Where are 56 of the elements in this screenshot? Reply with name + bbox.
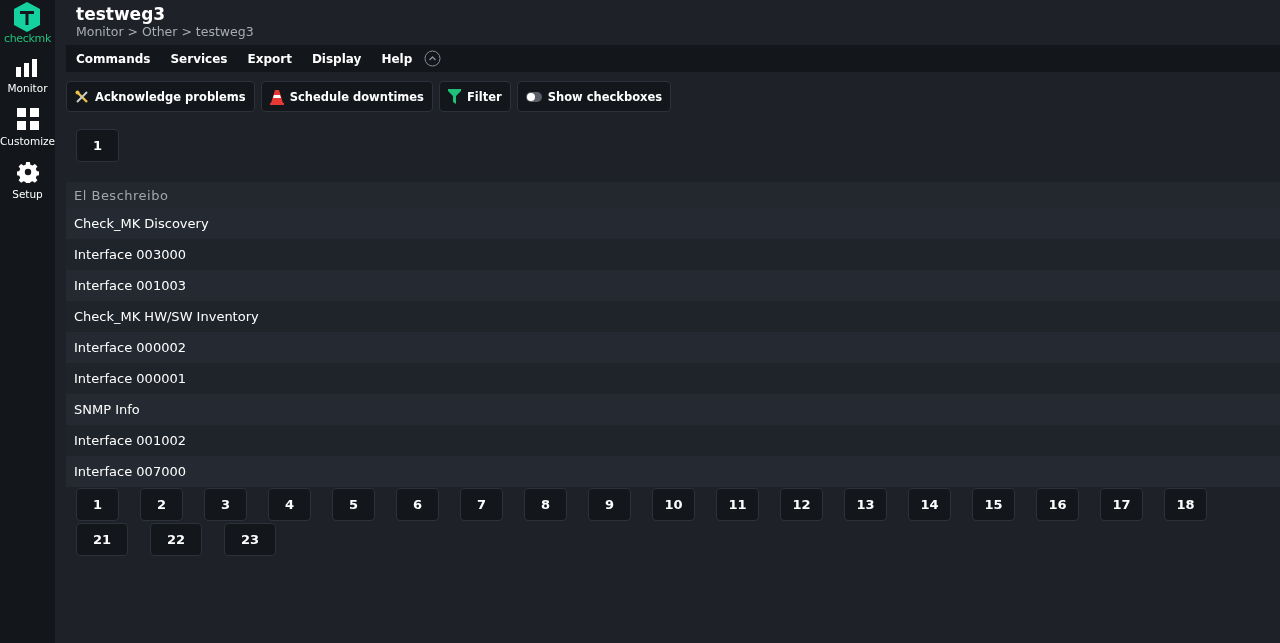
sidebar-item[interactable]: Customize	[0, 135, 55, 147]
table-cell: Interface 000001	[66, 363, 1280, 394]
page-button[interactable]: 3	[204, 488, 247, 521]
collapse-icon[interactable]	[424, 50, 442, 67]
table-cell: Interface 007000	[66, 456, 1280, 487]
page-button[interactable]: 2	[140, 488, 183, 521]
page-button[interactable]: 8	[524, 488, 567, 521]
menu-item[interactable]: Export	[237, 51, 302, 66]
table-cell: Check_MK HW/SW Inventory	[66, 301, 1280, 332]
table-cell: Interface 001002	[66, 425, 1280, 456]
grid-icon	[16, 108, 39, 130]
page-button[interactable]: 6	[396, 488, 439, 521]
page-button[interactable]: 12	[780, 488, 823, 521]
table-cell: Interface 003000	[66, 239, 1280, 270]
menu-item[interactable]: Display	[301, 51, 372, 66]
page-button[interactable]: 9	[588, 488, 631, 521]
page-button[interactable]: 18	[1164, 488, 1207, 521]
filter-icon	[447, 89, 461, 104]
page-button[interactable]: 1	[76, 129, 119, 162]
sidebar-item[interactable]: Monitor	[7, 82, 48, 94]
sidebar-item[interactable]: Setup	[12, 188, 43, 200]
page-button[interactable]: 13	[844, 488, 887, 521]
page-button[interactable]: 17	[1100, 488, 1143, 521]
page-button[interactable]: 11	[716, 488, 759, 521]
page-button[interactable]: 16	[1036, 488, 1079, 521]
toolbar-button[interactable]: Show checkboxes	[516, 81, 672, 112]
page-button[interactable]: 15	[972, 488, 1015, 521]
toggle-switch-icon	[525, 91, 542, 102]
bar-chart-icon	[16, 59, 39, 77]
table-cell: Interface 000002	[66, 332, 1280, 363]
traffic-cone-icon	[269, 88, 284, 105]
page-button[interactable]: 23	[224, 523, 276, 556]
table-cell: Check_MK Discovery	[66, 208, 1280, 239]
page-title: testweg3	[76, 4, 167, 24]
column-header: El Beschreibo	[66, 182, 1280, 208]
menu-item[interactable]: Commands	[66, 51, 161, 66]
page-button[interactable]: 1	[76, 488, 119, 521]
logo-icon[interactable]	[13, 2, 42, 32]
tools-icon	[75, 89, 89, 104]
page-button[interactable]: 21	[76, 523, 128, 556]
page-button[interactable]: 7	[460, 488, 503, 521]
page-button[interactable]: 14	[908, 488, 951, 521]
toolbar-button[interactable]: Filter	[438, 81, 511, 112]
breadcrumb: Monitor > Other > testweg3	[76, 24, 255, 39]
toolbar-button[interactable]: Schedule downtimes	[260, 81, 433, 112]
table-cell: SNMP Info	[66, 394, 1280, 425]
menu-item[interactable]: Services	[160, 51, 238, 66]
toolbar-button[interactable]: Acknowledge problems	[66, 81, 255, 112]
page-button[interactable]: 5	[332, 488, 375, 521]
page-button[interactable]: 10	[652, 488, 695, 521]
logo-text: checkmk	[3, 32, 52, 45]
page-button[interactable]: 22	[150, 523, 202, 556]
menu-item[interactable]: Help	[371, 51, 423, 66]
gear-icon	[16, 161, 39, 183]
page-button[interactable]: 4	[268, 488, 311, 521]
table-cell: Interface 001003	[66, 270, 1280, 301]
